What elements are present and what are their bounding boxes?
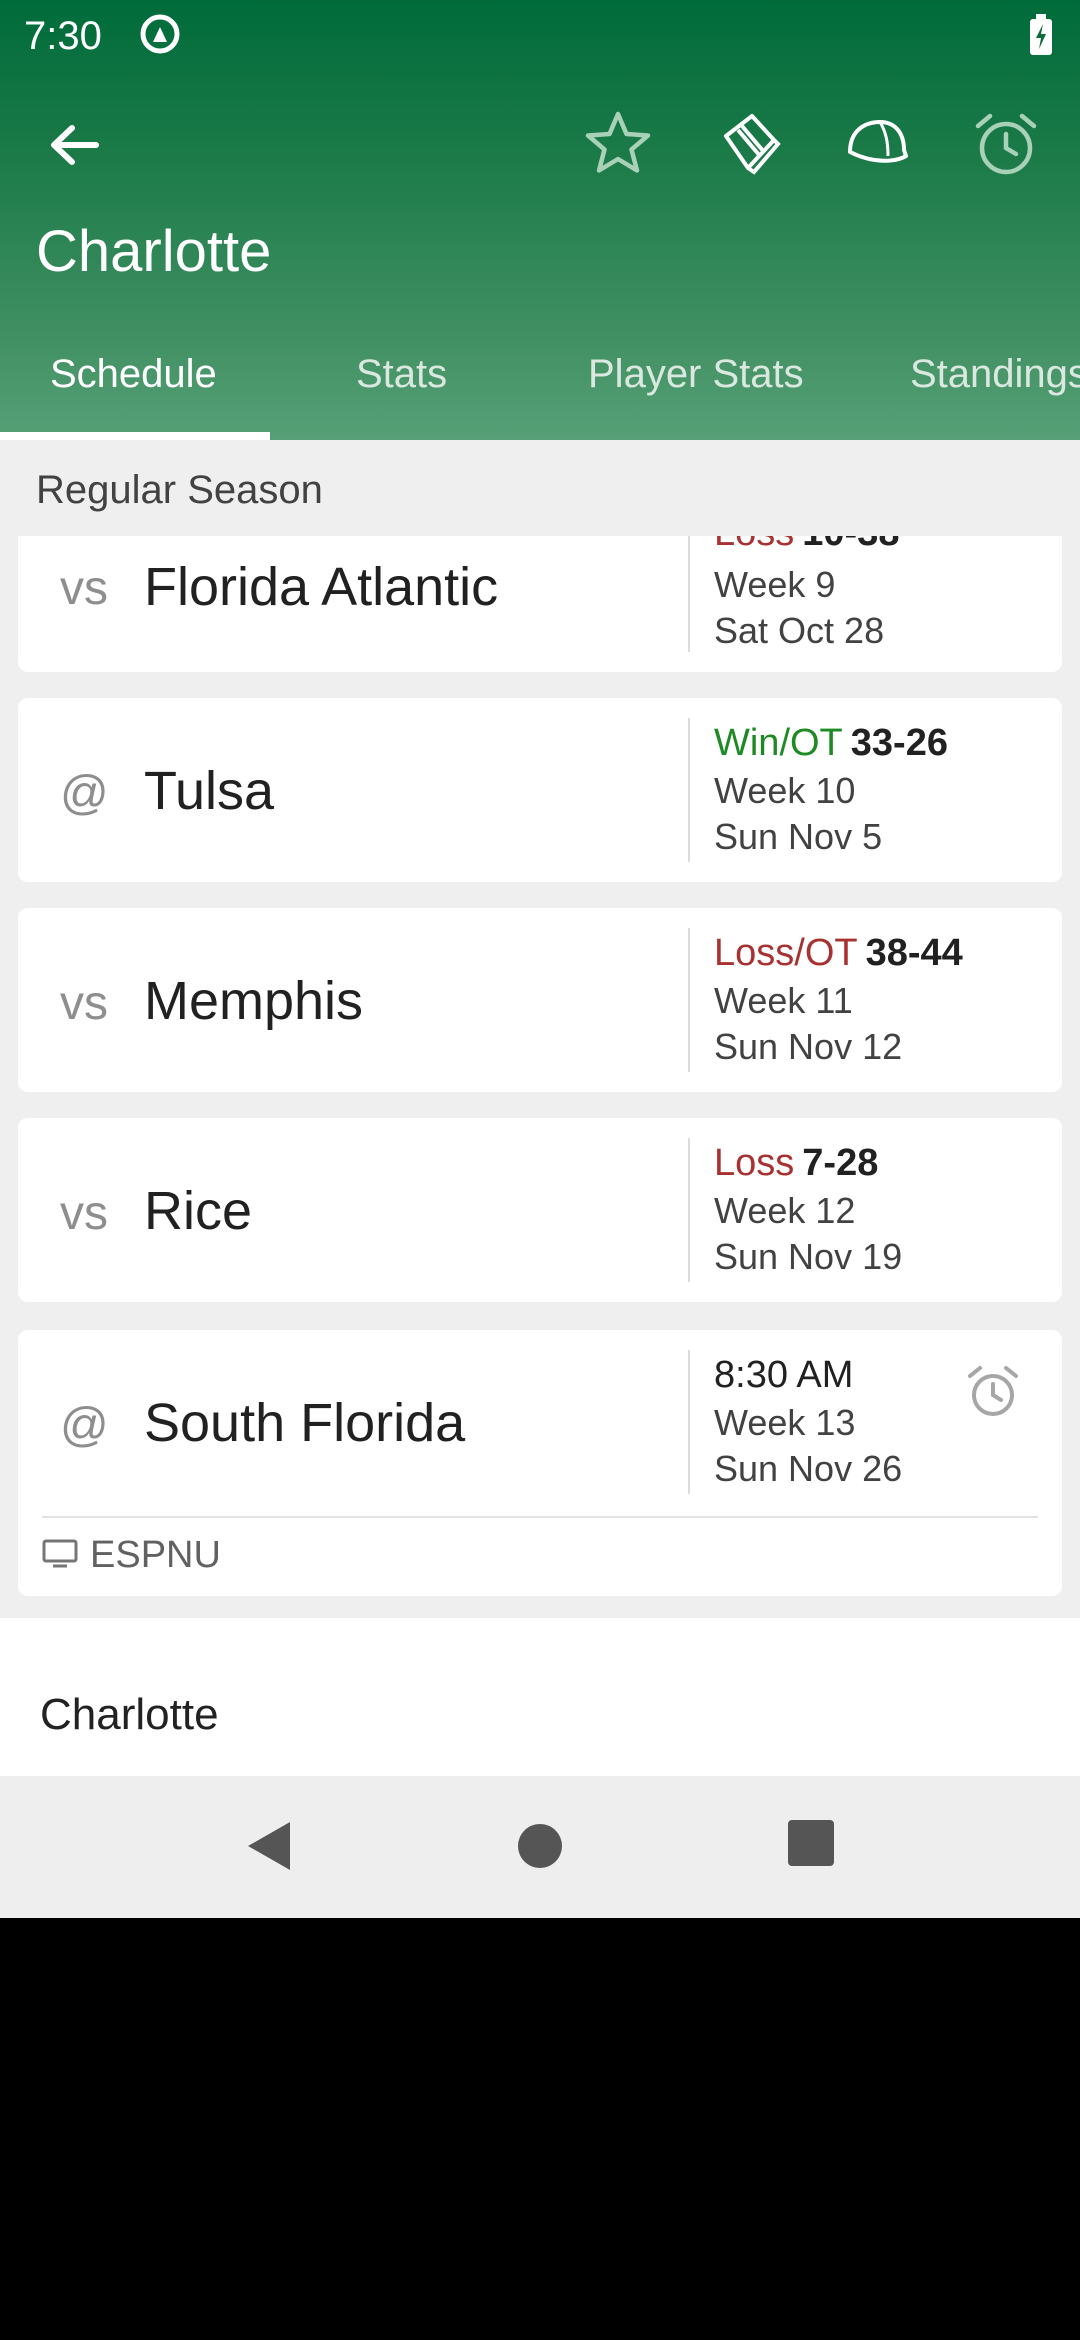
status-time: 7:30 — [24, 14, 102, 58]
tab-standings[interactable]: Standings — [910, 352, 1080, 397]
result-score: 33-26 — [850, 722, 948, 764]
game-location-prefix: vs — [60, 977, 108, 1030]
system-nav-bar — [0, 1776, 1080, 1918]
nav-home-icon[interactable] — [508, 1816, 572, 1880]
game-time: 8:30 AM — [714, 1354, 853, 1397]
alarm-icon[interactable] — [962, 1360, 1024, 1422]
game-date: Sun Nov 5 — [714, 816, 883, 857]
app-screen: 7:30 Charlotte Schedule Stats Player Sta… — [0, 0, 1080, 1918]
tickets-icon[interactable] — [712, 106, 788, 182]
active-tab-indicator — [0, 432, 270, 440]
opponent-name: South Florida — [144, 1393, 466, 1453]
opponent-name: Florida Atlantic — [144, 557, 499, 617]
tab-bar: Schedule Stats Player Stats Standings — [0, 340, 1080, 440]
tv-network: ESPNU — [90, 1534, 221, 1576]
nav-recents-icon[interactable] — [782, 1816, 842, 1876]
result-score: 10-38 — [802, 536, 899, 554]
result-status: Win/OT — [714, 722, 843, 764]
star-icon[interactable] — [580, 106, 656, 182]
game-result: Loss 10-38 — [714, 536, 899, 555]
game-location-prefix: @ — [60, 767, 109, 820]
tab-stats[interactable]: Stats — [356, 352, 447, 397]
back-arrow-icon[interactable] — [40, 110, 110, 180]
data-saver-icon — [140, 14, 180, 54]
tab-schedule[interactable]: Schedule — [50, 352, 217, 397]
game-week: Week 13 — [714, 1402, 856, 1443]
game-card[interactable]: vs Rice Loss 7-28 Week 12 Sun Nov 19 — [18, 1118, 1062, 1302]
nav-back-icon[interactable] — [240, 1816, 300, 1876]
card-divider — [688, 1138, 690, 1282]
result-score: 7-28 — [802, 1142, 879, 1184]
game-date: Sun Nov 26 — [714, 1448, 903, 1489]
game-week: Week 11 — [714, 980, 853, 1021]
team-title: Charlotte — [36, 219, 272, 284]
game-card[interactable]: vs Memphis Loss/OT 38-44 Week 11 Sun Nov … — [18, 908, 1062, 1092]
card-divider — [688, 718, 690, 862]
game-date: Sun Nov 19 — [714, 1236, 903, 1277]
result-status: Loss — [714, 536, 794, 554]
result-score: 38-44 — [865, 932, 963, 974]
card-separator — [42, 1516, 1038, 1518]
kickoff-time: 8:30 AM — [714, 1354, 854, 1396]
section-title: Regular Season — [36, 468, 323, 512]
card-divider — [688, 536, 690, 652]
opponent-name: Tulsa — [144, 761, 275, 821]
game-result: Loss 7-28 — [714, 1142, 878, 1185]
game-card[interactable]: @ Tulsa Win/OT 33-26 Week 10 Sun Nov 5 — [18, 698, 1062, 882]
alarm-icon[interactable] — [968, 106, 1044, 182]
game-week: Week 12 — [714, 1190, 856, 1231]
tab-player-stats[interactable]: Player Stats — [588, 352, 804, 397]
game-date: Sun Nov 12 — [714, 1026, 903, 1067]
cap-icon[interactable] — [840, 106, 916, 182]
opponent-name: Memphis — [144, 971, 364, 1031]
game-result: Win/OT 33-26 — [714, 722, 948, 765]
game-date: Sat Oct 28 — [714, 610, 885, 651]
card-divider — [688, 928, 690, 1072]
game-week: Week 10 — [714, 770, 856, 811]
game-location-prefix: vs — [60, 562, 108, 615]
next-section-card: Charlotte — [0, 1618, 1080, 1776]
game-result: Loss/OT 38-44 — [714, 932, 963, 975]
tv-icon — [42, 1539, 78, 1568]
game-location-prefix: vs — [60, 1187, 108, 1240]
result-status: Loss — [714, 1142, 795, 1184]
schedule-list: vs Florida Atlantic Loss 10-38 Week 9 Sat… — [0, 536, 1080, 1776]
section-header: Regular Season — [0, 440, 1080, 536]
card-divider — [688, 1350, 690, 1494]
next-section-title: Charlotte — [40, 1690, 219, 1739]
game-card[interactable]: vs Florida Atlantic Loss 10-38 Week 9 Sat… — [18, 536, 1062, 672]
opponent-name: Rice — [144, 1181, 253, 1241]
game-location-prefix: @ — [60, 1399, 109, 1452]
game-card[interactable]: @ South Florida 8:30 AM Week 13 Sun Nov … — [18, 1330, 1062, 1596]
team-header: 7:30 Charlotte Schedule Stats Player Sta… — [0, 0, 1080, 440]
game-week: Week 9 — [714, 564, 836, 605]
battery-charging-icon — [1030, 14, 1052, 55]
result-status: Loss/OT — [714, 932, 858, 974]
